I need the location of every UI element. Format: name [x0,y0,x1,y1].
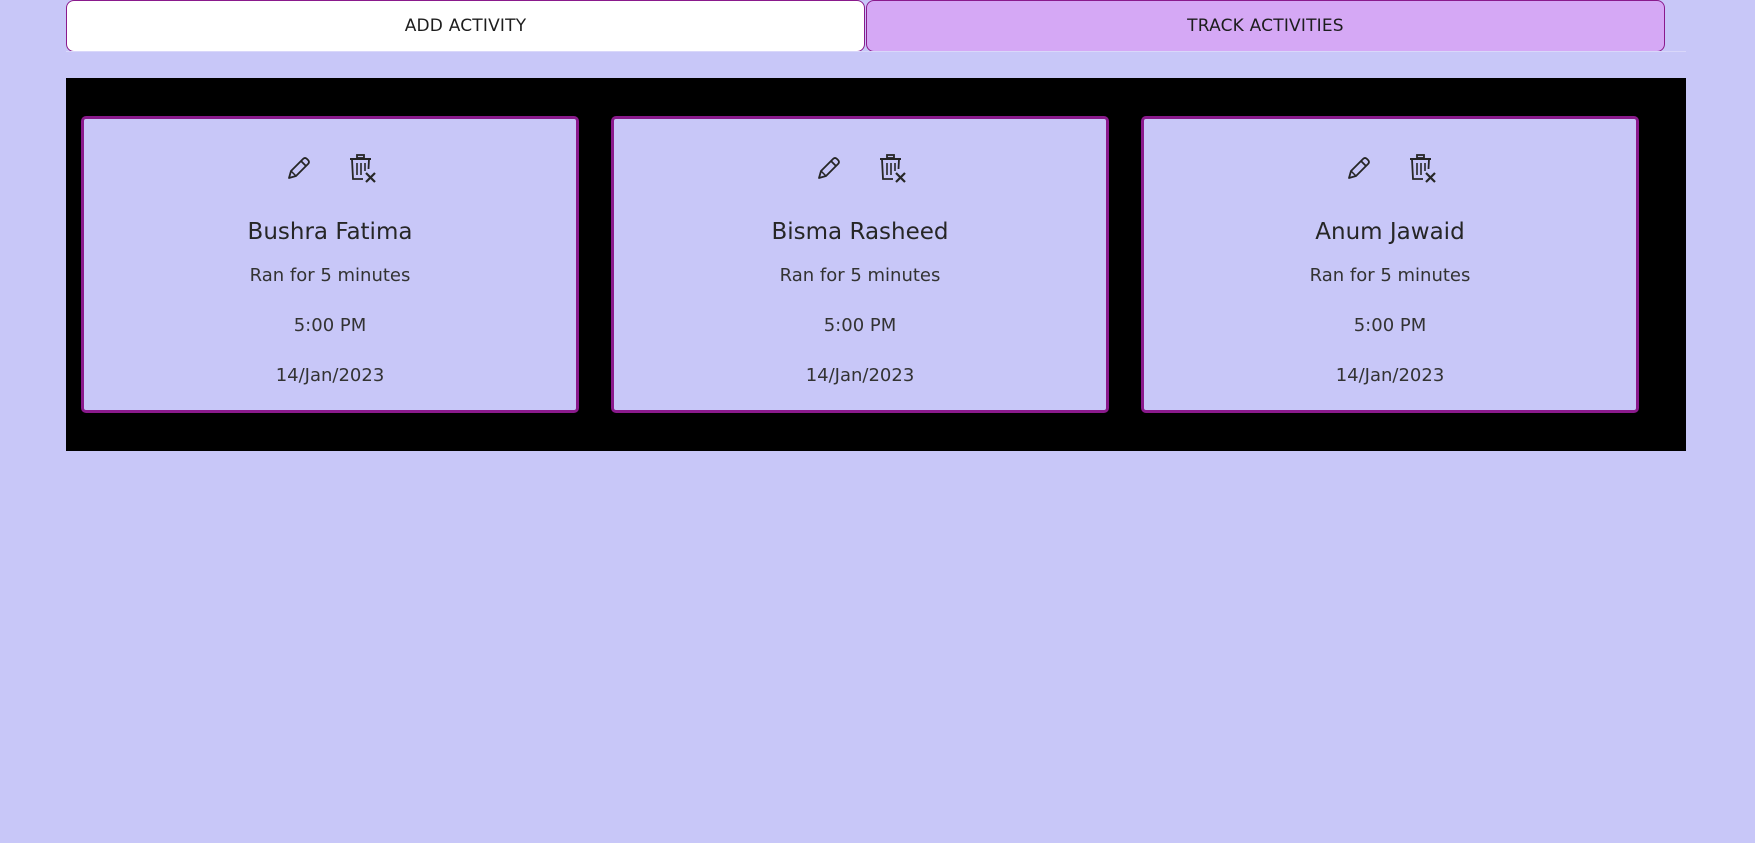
activities-panel: Bushra Fatima Ran for 5 minutes 5:00 PM … [66,78,1686,451]
activity-name: Bushra Fatima [247,219,413,245]
tab-add-activity[interactable]: ADD ACTIVITY [66,0,865,52]
tab-bar: ADD ACTIVITY TRACK ACTIVITIES [66,0,1686,52]
delete-button[interactable] [1405,152,1439,186]
tab-bar-divider [66,51,1686,52]
pencil-icon [818,157,840,179]
edit-button[interactable] [1341,152,1375,186]
activity-name: Anum Jawaid [1315,219,1465,245]
activity-time: 5:00 PM [1353,315,1427,336]
activity-date: 14/Jan/2023 [1335,365,1445,386]
edit-button[interactable] [281,152,315,186]
trash-x-icon [350,154,376,183]
activity-description: Ran for 5 minutes [779,265,941,286]
pencil-icon [1348,157,1370,179]
card-actions [1144,152,1636,186]
activity-card: Bisma Rasheed Ran for 5 minutes 5:00 PM … [611,116,1109,413]
activity-name: Bisma Rasheed [771,219,949,245]
delete-button[interactable] [875,152,909,186]
activity-date: 14/Jan/2023 [805,365,915,386]
trash-x-icon [880,154,906,183]
edit-button[interactable] [811,152,845,186]
activity-card: Bushra Fatima Ran for 5 minutes 5:00 PM … [81,116,579,413]
delete-button[interactable] [345,152,379,186]
activity-description: Ran for 5 minutes [249,265,411,286]
card-actions [614,152,1106,186]
pencil-icon [288,157,310,179]
card-actions [84,152,576,186]
activity-date: 14/Jan/2023 [275,365,385,386]
activity-time: 5:00 PM [293,315,367,336]
tab-track-activities[interactable]: TRACK ACTIVITIES [866,0,1665,52]
activity-card: Anum Jawaid Ran for 5 minutes 5:00 PM 14… [1141,116,1639,413]
activity-description: Ran for 5 minutes [1309,265,1471,286]
trash-x-icon [1410,154,1436,183]
activity-time: 5:00 PM [823,315,897,336]
